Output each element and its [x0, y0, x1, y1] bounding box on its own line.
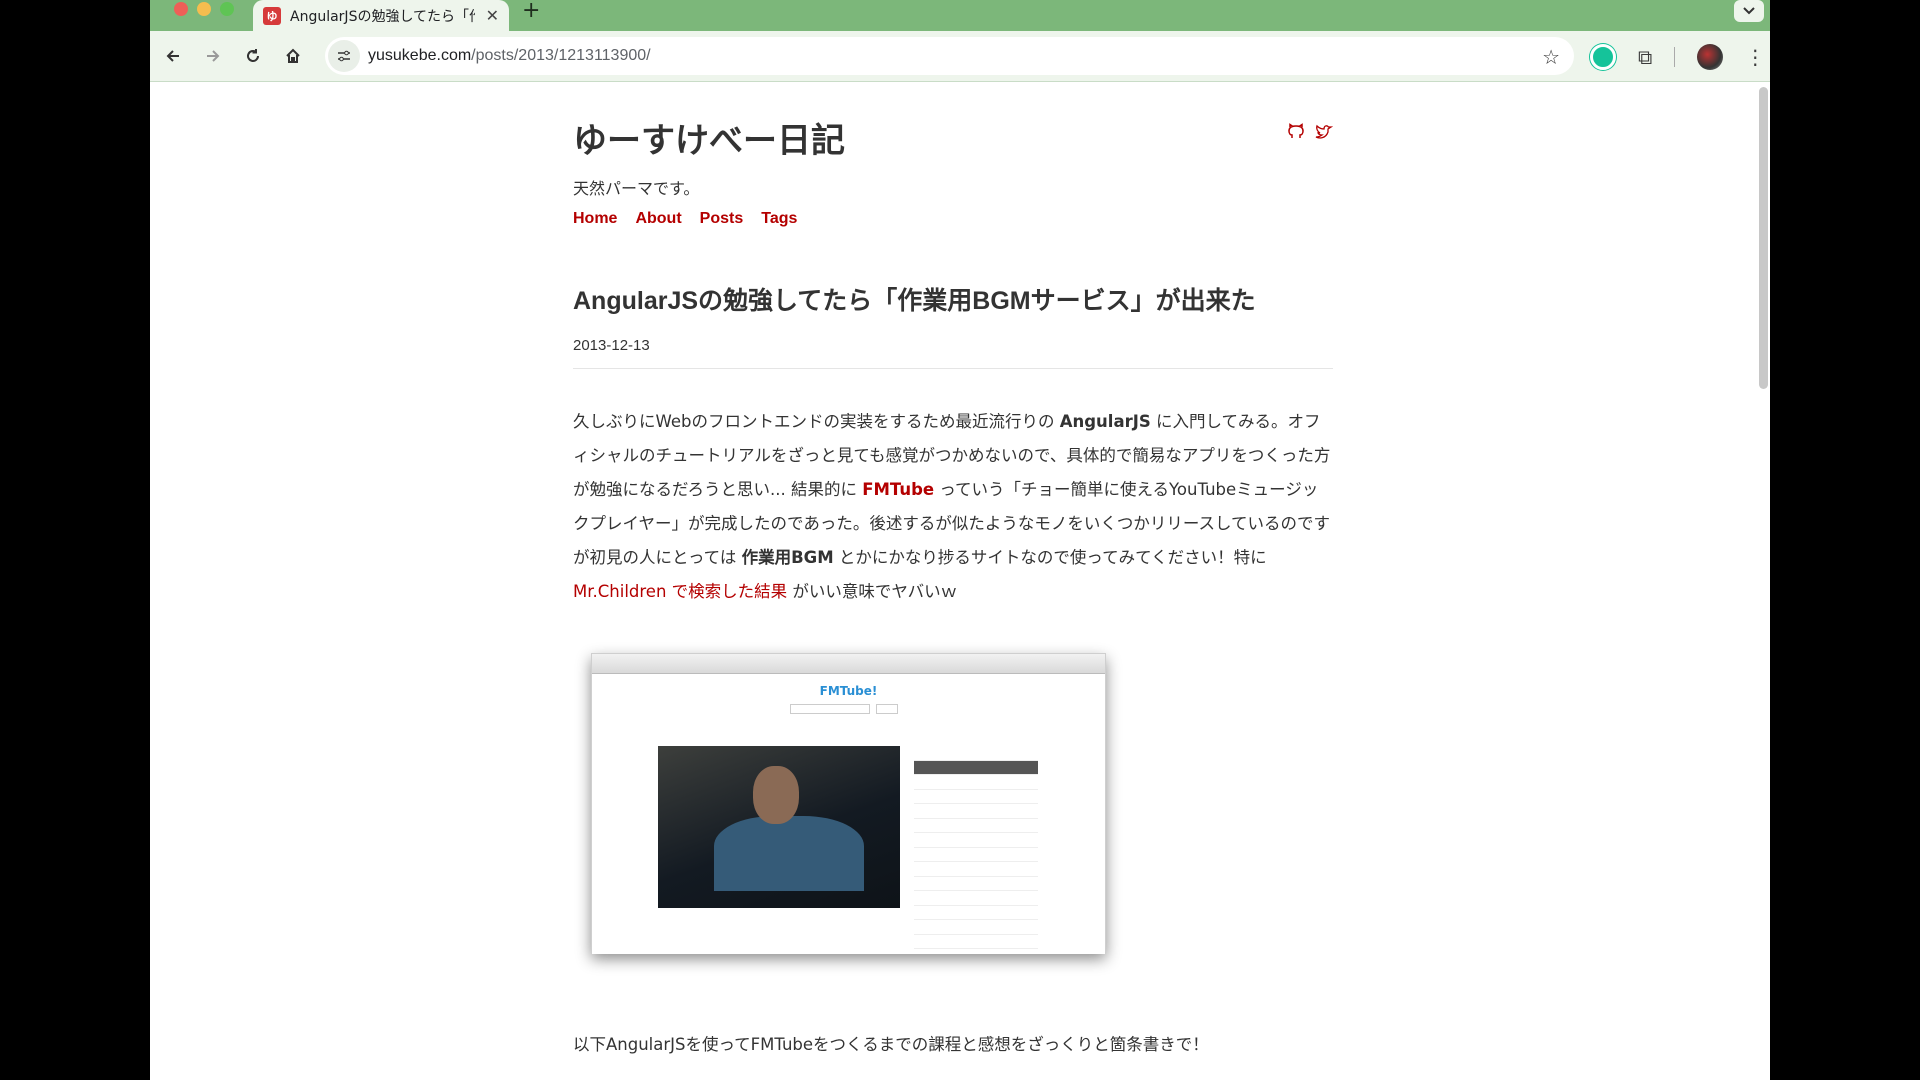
browser-menu-icon[interactable]: ⋮ [1745, 45, 1765, 69]
extensions-puzzle-icon[interactable]: ⧉ [1638, 45, 1652, 69]
toolbar-divider [1674, 46, 1676, 67]
site-nav: Home About Posts Tags [573, 210, 797, 228]
screenshot-search-box [790, 704, 870, 714]
nav-tags-link[interactable]: Tags [761, 210, 797, 228]
bgm-bold: 作業用BGM [741, 548, 834, 567]
fmtube-link-label: FMTube [862, 480, 935, 499]
window-controls [174, 2, 234, 16]
close-window-button[interactable] [174, 2, 188, 16]
screenshot-playlist-item [914, 848, 1038, 862]
screenshot-page: FMTube! [592, 674, 1105, 954]
screenshot-playlist-item [914, 760, 1038, 775]
fmtube-link[interactable]: FMTube [862, 480, 934, 499]
screenshot-fmtube-title: FMTube! [819, 684, 878, 698]
screenshot-playlist-item [914, 935, 1038, 949]
extensions-area: ⧉ ⋮ [1590, 31, 1765, 82]
post-paragraph: 久しぶりにWebのフロントエンドの実装をするため最近流行りの AngularJS… [573, 405, 1333, 609]
minimize-window-button[interactable] [197, 2, 211, 16]
screenshot-playlist-item [914, 833, 1038, 848]
screenshot-playlist-item [914, 906, 1038, 920]
grammarly-extension-icon[interactable] [1590, 43, 1616, 70]
post-outro: 以下AngularJSを使ってFMTubeをつくるまでの課程と感想をざっくりと箇… [573, 1035, 1209, 1054]
fmtube-screenshot: FMTube! [591, 653, 1111, 971]
new-tab-button[interactable]: + [522, 0, 540, 22]
header-divider [573, 368, 1333, 369]
site-info-icon[interactable] [328, 40, 360, 72]
mrchildren-search-link[interactable]: Mr.Children で検索した結果 [573, 582, 787, 601]
screenshot-playlist-item [914, 819, 1038, 833]
screenshot-singer-head [753, 766, 799, 824]
chevron-down-icon [1743, 7, 1755, 15]
screenshot-playlist [914, 746, 1038, 949]
tab-title: AngularJSの勉強してたら「作業 [290, 8, 475, 25]
page-viewport: ゆーすけべー日記 天然パーマです。 Home About Posts Tags … [150, 83, 1770, 1080]
active-tab[interactable]: ゆ AngularJSの勉強してたら「作業 ✕ [253, 0, 509, 31]
site-title[interactable]: ゆーすけべー日記 [573, 113, 845, 162]
favicon-icon: ゆ [263, 6, 281, 25]
nav-posts-link[interactable]: Posts [700, 210, 744, 228]
reload-button[interactable] [236, 39, 270, 73]
address-bar[interactable]: yusukebe.com/posts/2013/1213113900/ ☆ [325, 37, 1574, 75]
url-host: yusukebe.com [368, 47, 472, 64]
url-text: yusukebe.com/posts/2013/1213113900/ [368, 47, 651, 65]
angularjs-bold: AngularJS [1059, 412, 1151, 431]
tab-close-icon[interactable]: ✕ [486, 6, 499, 25]
screenshot-playlist-item [914, 746, 1038, 761]
browser-toolbar: yusukebe.com/posts/2013/1213113900/ ☆ ⧉ … [150, 31, 1770, 82]
screenshot-frame: FMTube! [591, 653, 1106, 954]
bookmark-star-icon[interactable]: ☆ [1542, 45, 1560, 69]
forward-button[interactable] [196, 39, 230, 73]
screenshot-playlist-item [914, 877, 1038, 891]
reload-icon [247, 49, 259, 62]
vertical-scrollbar[interactable] [1759, 87, 1768, 389]
post-date: 2013-12-13 [573, 337, 650, 354]
home-icon [286, 48, 300, 63]
screenshot-video [658, 746, 900, 908]
profile-avatar[interactable] [1697, 43, 1724, 70]
text-segment: 久しぶりにWebのフロントエンドの実装をするため最近流行りの [573, 412, 1060, 431]
url-path: /posts/2013/1213113900/ [471, 47, 651, 64]
title-bar: ゆ AngularJSの勉強してたら「作業 ✕ + [150, 0, 1770, 31]
screenshot-playlist-item [914, 790, 1038, 804]
social-links [1287, 123, 1333, 141]
screenshot-playlist-item [914, 804, 1038, 819]
github-icon[interactable] [1287, 123, 1305, 141]
nav-home-link[interactable]: Home [573, 210, 617, 228]
tab-list-button[interactable] [1734, 0, 1764, 22]
text-segment: がいい意味でヤバいｗ [787, 582, 958, 601]
screenshot-browser-bar [592, 654, 1105, 674]
screenshot-singer-body [714, 816, 864, 891]
home-button[interactable] [276, 39, 310, 73]
browser-window: ゆ AngularJSの勉強してたら「作業 ✕ + yusukebe.com/p… [150, 0, 1770, 1080]
back-button[interactable] [156, 39, 190, 73]
maximize-window-button[interactable] [220, 2, 234, 16]
screenshot-playlist-item [914, 920, 1038, 935]
screenshot-playlist-item [914, 775, 1038, 790]
site-tagline: 天然パーマです。 [573, 179, 700, 198]
screenshot-playlist-item [914, 891, 1038, 906]
text-segment: とかにかなり捗るサイトなので使ってみてください！特に [833, 548, 1267, 567]
back-arrow-icon [166, 50, 179, 62]
post-title: AngularJSの勉強してたら「作業用BGMサービス」が出来た [573, 287, 1256, 315]
forward-arrow-icon [207, 50, 220, 62]
screenshot-play-button [876, 704, 898, 714]
nav-about-link[interactable]: About [635, 210, 681, 228]
twitter-icon[interactable] [1315, 123, 1333, 141]
screenshot-playlist-item [914, 862, 1038, 877]
